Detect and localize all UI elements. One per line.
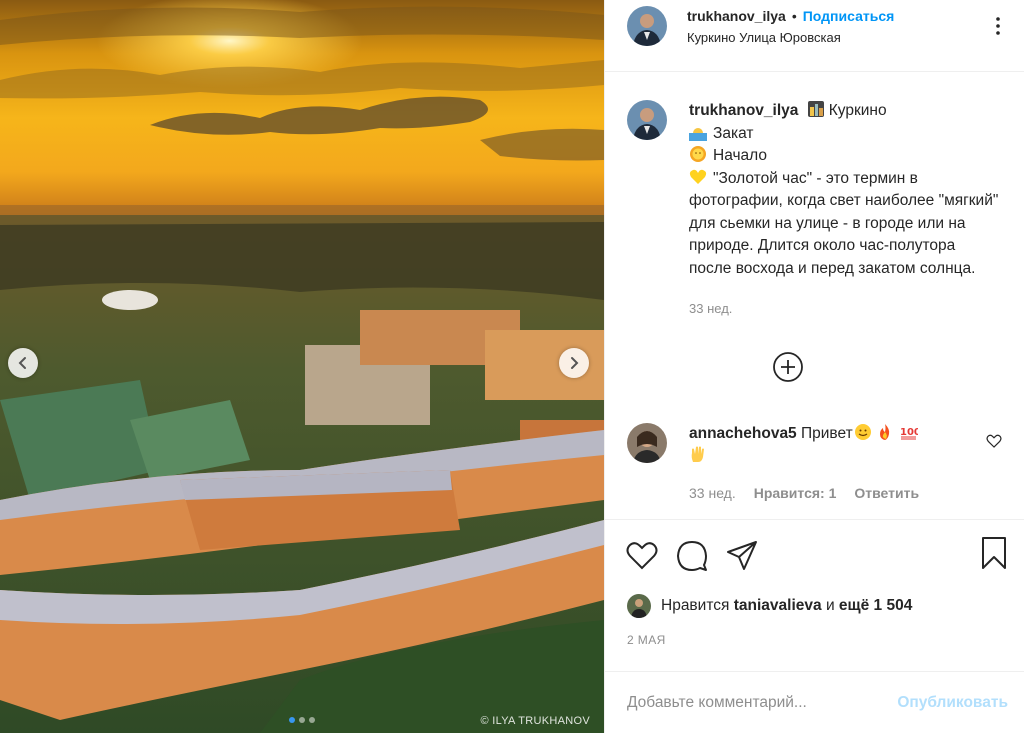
sunset-town-image <box>0 0 604 733</box>
commenter-avatar[interactable] <box>627 422 667 463</box>
add-comment-bar: Опубликовать <box>605 671 1024 733</box>
publish-button[interactable]: Опубликовать <box>897 694 1008 712</box>
post-side-panel: trukhanov_ilya • Подписаться Куркино Ули… <box>604 0 1024 733</box>
caption-username[interactable]: trukhanov_ilya <box>689 102 798 119</box>
cityscape-emoji-icon <box>807 101 824 117</box>
chevron-left-icon <box>18 357 26 369</box>
more-options-icon[interactable] <box>988 16 1008 36</box>
caption-line-3: Начало <box>713 147 768 164</box>
comments-section: trukhanov_ilya Куркино Закат Начало "Зол… <box>605 72 1024 519</box>
post-photo[interactable]: © ILYA TRUKHANOV <box>0 0 604 733</box>
save-bookmark-icon[interactable] <box>978 536 1010 570</box>
like-comment-heart-icon[interactable] <box>986 433 1002 449</box>
chevron-right-icon <box>571 357 579 369</box>
caption-line-2: Закат <box>713 124 754 142</box>
svg-text:100: 100 <box>900 427 918 438</box>
load-more-comments-button[interactable] <box>605 351 1008 383</box>
avatar-image <box>627 6 667 46</box>
post-date[interactable]: 2 МАЯ <box>605 621 1024 671</box>
post-header: trukhanov_ilya • Подписаться Куркино Ули… <box>605 0 1024 72</box>
like-heart-icon[interactable] <box>625 539 659 573</box>
comment-item: annachehova5 Привет 100 33 нед. Нравится:… <box>627 422 1008 505</box>
caption-line-1: Куркино <box>828 102 887 119</box>
carousel-dot <box>309 717 315 723</box>
separator-dot: • <box>791 8 797 24</box>
previous-image-button[interactable] <box>8 348 38 378</box>
caption-avatar[interactable] <box>627 100 667 140</box>
post-caption: trukhanov_ilya Куркино Закат Начало "Зол… <box>627 100 1008 321</box>
author-avatar[interactable] <box>627 6 667 46</box>
share-direct-icon[interactable] <box>725 539 759 573</box>
sunset-emoji-icon <box>689 127 707 141</box>
comment-text: Привет <box>801 424 853 442</box>
hundred-points-emoji-icon: 100 <box>900 427 918 439</box>
caption-line-4: "Золотой час" - это термин в фотографии,… <box>689 169 999 277</box>
vulcan-salute-emoji-icon <box>691 446 704 462</box>
likes-prefix: Нравится <box>661 597 730 614</box>
carousel-dot <box>299 717 305 723</box>
likes-count-button[interactable]: ещё 1 504 <box>839 597 912 615</box>
instagram-post: © ILYA TRUKHANOV trukhanov_ilya • Подпис… <box>0 0 1024 733</box>
likes-summary: Нравится taniavalieva и ещё 1 504 <box>605 591 1024 621</box>
avatar-image <box>627 422 667 463</box>
sun-face-emoji-icon <box>690 146 706 162</box>
liker-avatar[interactable] <box>627 594 651 618</box>
commenter-username[interactable]: annachehova5 <box>689 425 797 442</box>
author-username[interactable]: trukhanov_ilya <box>687 8 786 24</box>
liker-username[interactable]: taniavalieva <box>734 597 822 615</box>
avatar-image <box>627 100 667 140</box>
follow-button[interactable]: Подписаться <box>803 8 895 24</box>
post-location[interactable]: Куркино Улица Юровская <box>687 30 894 45</box>
avatar-image <box>627 594 651 618</box>
comment-input[interactable] <box>627 693 867 712</box>
reply-button[interactable]: Ответить <box>854 482 919 505</box>
post-actions-bar <box>605 519 1024 591</box>
carousel-dot <box>289 717 295 723</box>
next-image-button[interactable] <box>559 348 589 378</box>
fire-emoji-icon <box>879 423 889 440</box>
comment-bubble-icon[interactable] <box>675 539 709 573</box>
photo-watermark: © ILYA TRUKHANOV <box>480 715 590 727</box>
comment-timestamp[interactable]: 33 нед. <box>689 482 736 505</box>
smiling-face-emoji-icon <box>854 423 871 440</box>
comment-likes[interactable]: Нравится: 1 <box>754 482 837 505</box>
yellow-heart-emoji-icon <box>689 169 707 184</box>
plus-circle-icon <box>772 351 803 382</box>
likes-and: и <box>825 597 835 614</box>
caption-timestamp[interactable]: 33 нед. <box>689 298 999 321</box>
